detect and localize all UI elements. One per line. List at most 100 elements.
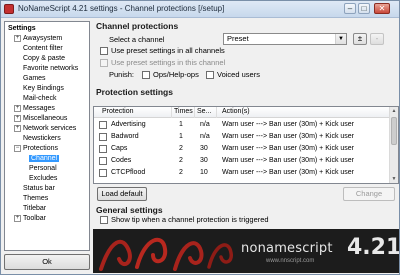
column-header-actions[interactable]: Action(s) [222, 108, 250, 115]
tree-item-network-services[interactable]: + Network services [14, 124, 76, 133]
cell-times: 2 [179, 157, 183, 164]
table-row[interactable]: Badword 1 n/a Warn user ---> Ban user (3… [94, 132, 390, 143]
use-preset-this-label: Use preset settings in this channel [111, 58, 226, 67]
title-bar[interactable]: NoNameScript 4.21 settings - Channel pro… [1, 1, 399, 18]
protection-settings-heading: Protection settings [96, 87, 173, 97]
row-checkbox[interactable] [99, 133, 107, 141]
swirl-logo-graphic [99, 237, 233, 271]
column-header-seconds[interactable]: Se... [197, 108, 211, 115]
cell-actions: Warn user ---> Ban user (30m) + Kick use… [222, 145, 355, 152]
cell-times: 1 [179, 133, 183, 140]
cell-times: 1 [179, 121, 183, 128]
remove-channel-button[interactable]: - [370, 33, 384, 45]
settings-tree[interactable]: Settings + Awaysystem Content filter Copy… [4, 21, 90, 251]
tree-item-toolbar[interactable]: + Toolbar [14, 214, 46, 223]
window-title: NoNameScript 4.21 settings - Channel pro… [18, 4, 225, 13]
expand-icon[interactable]: + [14, 125, 21, 132]
table-row[interactable]: CTCPflood 2 10 Warn user ---> Ban user (… [94, 168, 390, 179]
punish-ops-label: Ops/Help-ops [153, 70, 199, 79]
tree-item-settings[interactable]: Settings [8, 24, 36, 33]
row-checkbox[interactable] [99, 169, 107, 177]
channel-protections-heading: Channel protections [96, 21, 179, 31]
expand-icon[interactable]: + [14, 115, 21, 122]
cell-seconds: n/a [200, 121, 210, 128]
tree-item-titlebar[interactable]: Titlebar [14, 204, 46, 213]
punish-voiced-label: Voiced users [217, 70, 260, 79]
cell-protection: Caps [111, 145, 128, 152]
use-preset-all-checkbox[interactable] [100, 47, 108, 55]
row-checkbox[interactable] [99, 157, 107, 165]
show-tip-label: Show tip when a channel protection is tr… [111, 215, 269, 224]
tree-item-mail-check[interactable]: Mail-check [14, 94, 56, 103]
tree-item-games[interactable]: Games [14, 74, 46, 83]
tree-item-copy-paste[interactable]: Copy & paste [14, 54, 65, 63]
protection-table[interactable]: Protection Times Se... Action(s) Adverti… [93, 106, 399, 184]
tree-item-favorite-networks[interactable]: Favorite networks [14, 64, 78, 73]
cell-actions: Warn user ---> Ban user (30m) + Kick use… [222, 121, 355, 128]
use-preset-all-label: Use preset settings in all channels [111, 46, 225, 55]
chevron-down-icon[interactable]: ▼ [335, 34, 346, 44]
scroll-up-icon[interactable]: ▲ [390, 107, 398, 115]
channel-select[interactable]: Preset ▼ [223, 33, 347, 45]
tree-item-status-bar[interactable]: Status bar [14, 184, 55, 193]
punish-voiced-checkbox[interactable] [206, 71, 214, 79]
cell-actions: Warn user ---> Ban user (30m) + Kick use… [222, 169, 355, 176]
scroll-down-icon[interactable]: ▼ [390, 175, 398, 183]
table-row[interactable]: Codes 2 30 Warn user ---> Ban user (30m)… [94, 156, 390, 167]
expand-icon[interactable]: + [14, 215, 21, 222]
use-preset-this-checkbox[interactable] [100, 59, 108, 67]
cell-actions: Warn user ---> Ban user (30m) + Kick use… [222, 133, 355, 140]
table-row[interactable]: Caps 2 30 Warn user ---> Ban user (30m) … [94, 144, 390, 155]
tree-item-newstickers[interactable]: Newstickers [14, 134, 61, 143]
column-header-protection[interactable]: Protection [102, 108, 134, 115]
tree-item-excludes[interactable]: Excludes [29, 174, 57, 183]
cell-times: 2 [179, 169, 183, 176]
version-number: 4.21 [347, 235, 399, 260]
app-icon [4, 4, 14, 14]
add-channel-button[interactable]: ± [353, 33, 367, 45]
tree-item-miscellaneous[interactable]: + Miscellaneous [14, 114, 67, 123]
tree-item-awaysystem[interactable]: + Awaysystem [14, 34, 62, 43]
settings-panel: Channel protections Select a channel Pre… [93, 19, 399, 273]
brand-name: nonamescript [241, 241, 333, 256]
tree-item-themes[interactable]: Themes [14, 194, 48, 203]
column-header-times[interactable]: Times [174, 108, 193, 115]
maximize-button[interactable]: □ [358, 3, 370, 14]
cell-actions: Warn user ---> Ban user (30m) + Kick use… [222, 157, 355, 164]
cell-seconds: n/a [200, 133, 210, 140]
ok-button[interactable]: Ok [4, 254, 90, 270]
show-tip-checkbox[interactable] [100, 216, 108, 224]
change-button[interactable]: Change [343, 187, 395, 201]
cell-protection: CTCPflood [111, 169, 146, 176]
table-header: Protection Times Se... Action(s) [94, 107, 390, 118]
select-channel-label: Select a channel [109, 35, 165, 44]
tree-item-personal[interactable]: Personal [29, 164, 57, 173]
brand-banner: nonamescript 4.21 www.nnscript.com [93, 229, 399, 273]
tree-item-channel[interactable]: Channel [29, 154, 60, 163]
table-row[interactable]: Advertising 1 n/a Warn user ---> Ban use… [94, 120, 390, 131]
general-settings-heading: General settings [96, 205, 163, 215]
row-checkbox[interactable] [99, 145, 107, 153]
tree-item-content-filter[interactable]: Content filter [14, 44, 63, 53]
settings-window: NoNameScript 4.21 settings - Channel pro… [0, 0, 400, 275]
cell-protection: Badword [111, 133, 139, 140]
punish-label: Punish: [109, 70, 135, 79]
cell-times: 2 [179, 145, 183, 152]
scroll-thumb[interactable] [391, 117, 397, 145]
cell-seconds: 30 [200, 157, 208, 164]
cell-protection: Advertising [111, 121, 146, 128]
collapse-icon[interactable]: − [14, 145, 21, 152]
tree-item-key-bindings[interactable]: Key Bindings [14, 84, 64, 93]
tree-item-messages[interactable]: + Messages [14, 104, 55, 113]
close-button[interactable]: ✕ [374, 3, 390, 14]
table-scrollbar[interactable]: ▲ ▼ [389, 107, 398, 183]
expand-icon[interactable]: + [14, 35, 21, 42]
load-default-button[interactable]: Load default [97, 187, 147, 201]
cell-seconds: 30 [200, 145, 208, 152]
tree-item-protections[interactable]: − Protections [14, 144, 58, 153]
punish-ops-checkbox[interactable] [142, 71, 150, 79]
row-checkbox[interactable] [99, 121, 107, 129]
expand-icon[interactable]: + [14, 105, 21, 112]
minimize-button[interactable]: – [344, 3, 356, 14]
cell-protection: Codes [111, 157, 132, 164]
